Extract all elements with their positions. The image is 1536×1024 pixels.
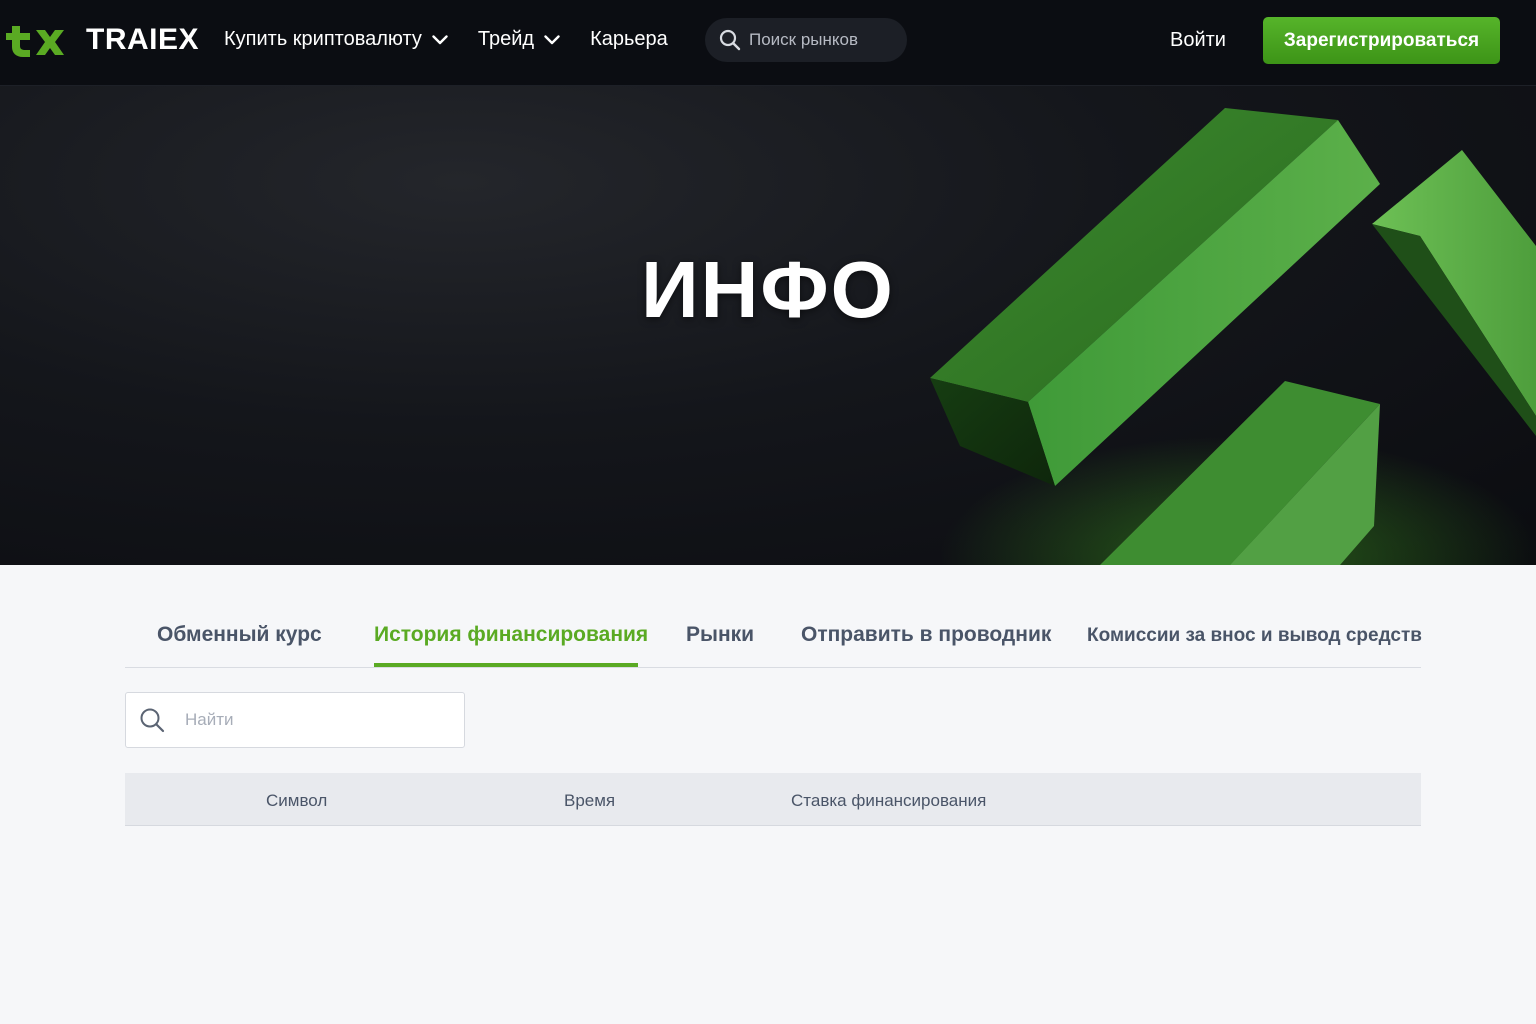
column-header-symbol[interactable]: Символ [266, 791, 327, 811]
column-header-funding-rate[interactable]: Ставка финансирования [791, 791, 986, 811]
info-tabs: Обменный курс История финансирования Рын… [125, 565, 1422, 668]
market-search-input[interactable]: Поиск рынков [705, 18, 907, 62]
chevron-down-icon [544, 34, 560, 44]
brand-logo[interactable]: TRAIEX [6, 22, 199, 58]
nav-trade[interactable]: Трейд [478, 28, 560, 51]
funding-table-header: Символ Время Ставка финансирования [125, 773, 1421, 826]
nav-buy-crypto[interactable]: Купить криптовалюту [224, 28, 448, 51]
nav-career-label: Карьера [590, 28, 668, 50]
tab-send-to-explorer[interactable]: Отправить в проводник [801, 623, 1051, 647]
hero-banner: ИНФО [0, 86, 1536, 565]
page-title: ИНФО [641, 245, 895, 334]
tab-markets[interactable]: Рынки [686, 623, 754, 647]
search-icon [719, 29, 741, 51]
login-button[interactable]: Войти [1170, 29, 1226, 52]
signup-button[interactable]: Зарегистрироваться [1263, 17, 1500, 64]
market-search-placeholder: Поиск рынков [749, 30, 859, 49]
table-search-input[interactable] [185, 710, 445, 730]
brand-name: TRAIEX [86, 23, 200, 56]
info-content: Обменный курс История финансирования Рын… [0, 565, 1536, 1024]
nav-trade-label: Трейд [477, 28, 535, 50]
search-icon [140, 708, 165, 733]
tab-funding-history[interactable]: История финансирования [374, 623, 648, 647]
table-search-field[interactable] [125, 692, 465, 748]
top-navigation-bar: TRAIEX Купить криптовалюту Трейд Карьера… [0, 0, 1536, 86]
tab-exchange-rate[interactable]: Обменный курс [157, 623, 322, 647]
nav-buy-crypto-label: Купить криптовалюту [224, 28, 422, 50]
column-header-time[interactable]: Время [564, 791, 615, 811]
chevron-down-icon [432, 34, 448, 44]
main-nav: Купить криптовалюту Трейд Карьера [224, 28, 698, 51]
active-tab-indicator [374, 663, 638, 667]
tab-deposit-withdrawal-fees[interactable]: Комиссии за внос и вывод средств [1087, 625, 1422, 647]
nav-career[interactable]: Карьера [590, 28, 668, 51]
tx-logo-icon [6, 26, 64, 57]
